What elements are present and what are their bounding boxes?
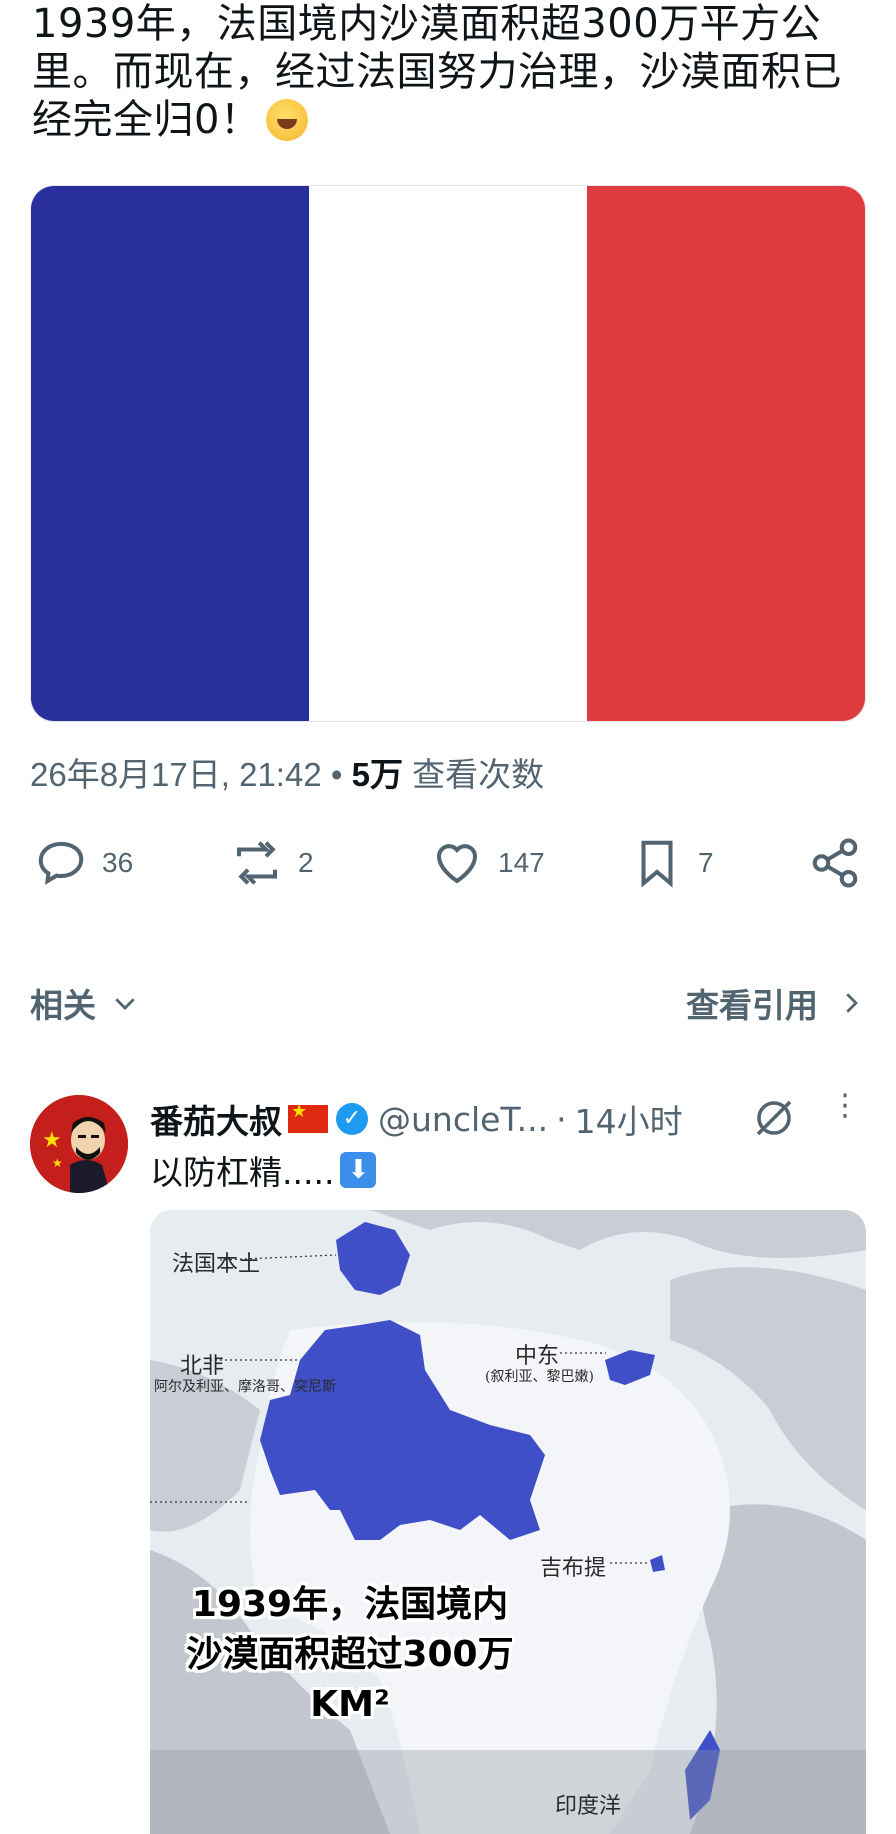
avatar[interactable]: ★ ★ [30, 1095, 128, 1193]
flag-stripe-blue [31, 186, 309, 721]
bookmark-count: 7 [698, 847, 714, 878]
post-timestamp[interactable]: 26年8月17日, 21:42 [30, 756, 322, 793]
reply-separator: · [556, 1099, 567, 1139]
svg-text:★: ★ [42, 1128, 62, 1153]
map-caption: 1939年，法国境内 沙漠面积超过300万 KM² [150, 1580, 550, 1730]
reply-author-handle[interactable]: @uncleT... [378, 1100, 548, 1139]
verified-badge-icon: ✓ [336, 1103, 368, 1135]
reply-count: 36 [102, 847, 134, 878]
share-button[interactable] [808, 836, 862, 890]
related-row: 相关 查看引用 [30, 975, 866, 1031]
chevron-right-icon [846, 993, 858, 1013]
flag-stripe-red [587, 186, 865, 721]
map-caption-line2: 沙漠面积超过300万 [186, 1634, 514, 1675]
map-label-north-africa-sub: 阿尔及利亚、摩洛哥、突尼斯 [154, 1379, 336, 1395]
reply-time[interactable]: 14小时 [575, 1095, 683, 1143]
more-options-icon[interactable]: ⋮ [830, 1091, 860, 1121]
related-label: 相关 [30, 986, 96, 1025]
like-button[interactable]: 147 [430, 836, 545, 890]
action-bar: 36 2 147 7 [30, 836, 866, 906]
related-dropdown[interactable]: 相关 [30, 979, 140, 1027]
repost-button[interactable]: 2 [230, 836, 314, 890]
reply-map-image[interactable]: 法国本土 北非 阿尔及利亚、摩洛哥、突尼斯 中东 (叙利亚、黎巴嫩) 吉布提 印… [150, 1210, 866, 1834]
map-label-middle-east-sub: (叙利亚、黎巴嫩) [485, 1369, 594, 1385]
post-text: 1939年，法国境内沙漠面积超300万平方公里。而现在，经过法国努力治理，沙漠面… [32, 0, 872, 144]
laughing-emoji-icon [266, 99, 309, 141]
post-meta: 26年8月17日, 21:42 • 5万 查看次数 [30, 748, 544, 796]
reply-header: 番茄大叔 ✓ @uncleT... · 14小时 ⋮ [150, 1091, 870, 1144]
reply-text: 以防杠精..... ⬇ [150, 1146, 377, 1194]
map-caption-line1: 1939年，法国境内 [191, 1584, 509, 1625]
reply-author-name[interactable]: 番茄大叔 [150, 1095, 282, 1143]
meta-separator: • [330, 756, 343, 793]
map-label-france: 法国本土 [172, 1252, 261, 1277]
post-image-flag[interactable] [30, 185, 866, 722]
chevron-down-icon [115, 998, 135, 1010]
repost-count: 2 [298, 847, 314, 878]
avatar-image: ★ ★ [30, 1095, 128, 1193]
views-label: 查看次数 [412, 756, 545, 793]
post-text-content: 1939年，法国境内沙漠面积超300万平方公里。而现在，经过法国努力治理，沙漠面… [32, 1, 842, 143]
down-arrow-icon: ⬇ [340, 1152, 377, 1188]
heart-icon [436, 844, 478, 884]
map-label-indian-ocean: 印度洋 [555, 1794, 622, 1819]
reply-text-content: 以防杠精..... [150, 1153, 335, 1192]
flag-stripe-white [309, 186, 587, 721]
china-flag-icon [288, 1101, 328, 1133]
share-icon [812, 838, 858, 888]
view-quotes-link[interactable]: 查看引用 [686, 979, 866, 1027]
bookmark-button[interactable]: 7 [630, 836, 714, 890]
map-drawing [150, 1210, 866, 1834]
repost-icon [236, 841, 278, 885]
view-quotes-label: 查看引用 [686, 986, 818, 1025]
reply-icon [38, 841, 84, 885]
svg-text:★: ★ [52, 1156, 63, 1170]
views-count: 5万 [351, 756, 403, 793]
bookmark-icon [641, 840, 673, 888]
map-caption-line3: KM² [310, 1684, 390, 1725]
grok-icon[interactable] [750, 1094, 798, 1142]
map-label-djibouti: 吉布提 [540, 1556, 607, 1581]
like-count: 147 [498, 847, 545, 878]
reply-button[interactable]: 36 [34, 836, 133, 890]
